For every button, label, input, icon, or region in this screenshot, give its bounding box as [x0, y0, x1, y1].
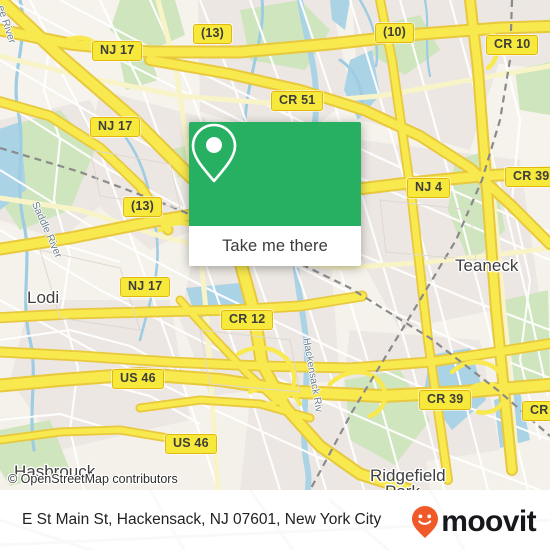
highway-shield: CR 51	[271, 91, 324, 111]
highway-shield: CR 1	[522, 401, 550, 421]
location-address: E St Main St, Hackensack, NJ 07601, New …	[22, 511, 382, 528]
highway-shield: NJ 17	[120, 277, 171, 297]
map-pin-icon	[191, 123, 237, 183]
moovit-wordmark: moovit	[441, 505, 536, 538]
highway-shield: NJ 17	[92, 41, 143, 61]
highway-shield: CR 39	[505, 167, 550, 187]
moovit-smiley-pin-icon	[412, 506, 439, 538]
location-popup-card[interactable]: Take me there	[189, 122, 361, 266]
highway-shield: (10)	[375, 23, 415, 43]
highway-shield: CR 12	[221, 310, 274, 330]
footer-bar: E St Main St, Hackensack, NJ 07601, New …	[0, 490, 550, 550]
highway-shield: (13)	[123, 197, 163, 217]
highway-shield: US 46	[112, 369, 164, 389]
popup-pin-area	[189, 122, 361, 226]
highway-shield: NJ 17	[90, 117, 141, 137]
moovit-map-widget: Teaneck Lodi Hasbrouck Ridgefield Park S…	[0, 0, 550, 550]
osm-attribution[interactable]: © OpenStreetMap contributors	[8, 472, 178, 486]
take-me-there-label: Take me there	[222, 236, 328, 255]
highway-shield: CR 10	[486, 35, 539, 55]
map-canvas[interactable]: Teaneck Lodi Hasbrouck Ridgefield Park S…	[0, 0, 550, 490]
highway-shield: NJ 4	[407, 178, 451, 198]
highway-shield: US 46	[165, 434, 217, 454]
highway-shield: CR 39	[419, 390, 472, 410]
moovit-brand[interactable]: moovit	[410, 505, 537, 539]
highway-shield: (13)	[193, 24, 233, 44]
popup-action-bar[interactable]: Take me there	[189, 226, 361, 266]
